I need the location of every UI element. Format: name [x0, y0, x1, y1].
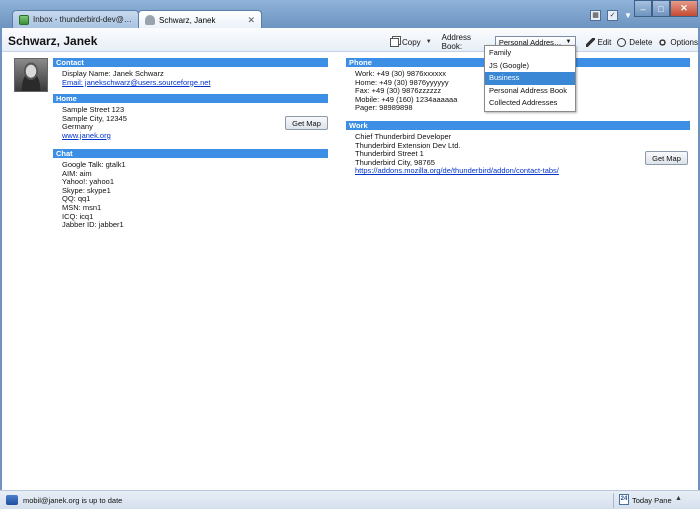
calendar-icon: 24 — [619, 494, 629, 505]
status-bar: mobil@janek.org is up to date 24 Today P… — [0, 490, 700, 509]
wrench-icon — [658, 37, 668, 47]
status-divider — [613, 493, 614, 508]
tab-label: Inbox - thunderbird-dev@ja... — [33, 15, 132, 24]
edit-button[interactable]: Edit — [585, 37, 612, 47]
get-map-button[interactable]: Get Map — [285, 116, 328, 130]
chat-line: Jabber ID: jabber1 — [62, 220, 124, 230]
chat-section: Google Talk: gtalk1 AIM: aim Yahoo!: yah… — [53, 158, 328, 230]
copy-button[interactable]: Copy ▼ — [390, 37, 432, 47]
contact-page: Schwarz, Janek Copy ▼ Address Book: Pers… — [2, 28, 698, 490]
menu-chevron-icon[interactable]: ▼ — [624, 11, 632, 20]
inbox-icon — [19, 14, 29, 25]
close-window-button[interactable]: ✕ — [670, 0, 698, 17]
dropdown-option[interactable]: Personal Address Book — [485, 85, 575, 98]
tab-contact[interactable]: Schwarz, Janek ✕ — [138, 10, 262, 29]
tab-toolbar: ▦ ✓ ▼ — [590, 10, 632, 21]
avatar — [14, 58, 48, 92]
section-header-home: Home — [53, 94, 328, 103]
options-label: Options — [670, 37, 698, 47]
section-header-contact: Contact — [53, 58, 328, 67]
left-column: Contact Display Name: Janek Schwarz Emai… — [53, 58, 328, 230]
home-section: Sample Street 123 Sample City, 12345 Ger… — [53, 103, 328, 149]
maximize-button[interactable]: □ — [652, 0, 670, 17]
tab-inbox[interactable]: Inbox - thunderbird-dev@ja... — [12, 10, 139, 28]
address-book-dropdown: Family JS (Google) Business Personal Add… — [484, 45, 576, 112]
window-controls: – □ ✕ — [634, 0, 698, 17]
tasks-icon[interactable]: ✓ — [607, 10, 618, 21]
email-link[interactable]: Email: janekschwarz@users.sourceforge.ne… — [62, 78, 328, 88]
close-tab-icon[interactable]: ✕ — [247, 15, 255, 26]
section-header-work: Work — [346, 121, 690, 130]
minimize-button[interactable]: – — [634, 0, 652, 17]
chat-line: Google Talk: gtalk1 — [62, 160, 126, 169]
chevron-down-icon[interactable]: ▼ — [426, 39, 432, 45]
dropdown-option[interactable]: Family — [485, 47, 575, 60]
chat-line: Skype: skype1 — [62, 185, 111, 195]
title-bar: Inbox - thunderbird-dev@ja... Schwarz, J… — [0, 0, 700, 29]
copy-icon — [390, 37, 399, 47]
chevron-up-icon[interactable]: ▲ — [675, 495, 682, 502]
chat-line: QQ: qq1 — [62, 194, 91, 204]
contact-icon — [145, 15, 155, 25]
dropdown-option[interactable]: Collected Addresses — [485, 97, 575, 110]
delete-label: Delete — [629, 37, 653, 47]
copy-label: Copy — [402, 37, 421, 47]
website-link[interactable]: www.janek.org — [62, 131, 328, 141]
calendar-icon[interactable]: ▦ — [590, 10, 601, 21]
pencil-icon — [585, 37, 595, 47]
edit-label: Edit — [597, 37, 612, 47]
work-url-link[interactable]: https://addons.mozilla.org/de/thunderbir… — [355, 167, 690, 176]
dropdown-option[interactable]: JS (Google) — [485, 60, 575, 73]
work-section: Chief Thunderbird Developer Thunderbird … — [346, 130, 690, 182]
address-book-label: Address Book: — [441, 33, 471, 51]
page-title: Schwarz, Janek — [8, 34, 98, 48]
chat-line: MSN: msn1 — [62, 202, 102, 212]
today-pane-button[interactable]: Today Pane — [632, 496, 672, 505]
options-button[interactable]: Options — [658, 37, 698, 47]
delete-icon — [617, 37, 627, 47]
tab-label: Schwarz, Janek — [159, 15, 216, 25]
delete-button[interactable]: Delete — [617, 37, 653, 47]
sync-icon — [6, 495, 18, 505]
status-text: mobil@janek.org is up to date — [23, 496, 123, 505]
get-map-button[interactable]: Get Map — [645, 151, 688, 165]
contact-header: Schwarz, Janek Copy ▼ Address Book: Pers… — [2, 28, 698, 52]
dropdown-option-selected[interactable]: Business — [485, 72, 575, 85]
contact-section: Display Name: Janek Schwarz Email: janek… — [53, 67, 328, 94]
section-header-chat: Chat — [53, 149, 328, 158]
